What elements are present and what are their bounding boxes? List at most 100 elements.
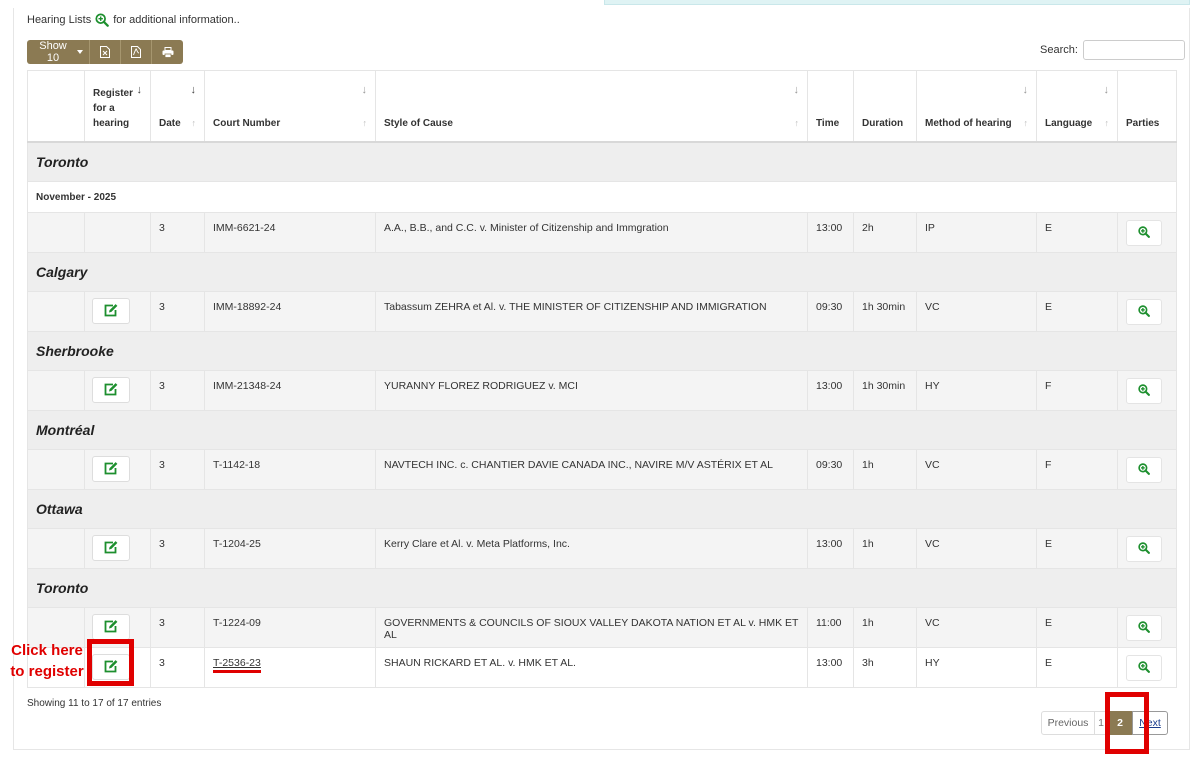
zoom-in-icon xyxy=(1138,384,1150,396)
style-of-cause-cell: A.A., B.B., and C.C. v. Minister of Citi… xyxy=(375,212,808,253)
method-cell: VC xyxy=(916,291,1037,332)
parties-button[interactable] xyxy=(1126,615,1162,641)
print-button[interactable] xyxy=(152,40,183,64)
search-box: Search: xyxy=(1040,40,1185,60)
court-number-cell: IMM-21348-24 xyxy=(204,370,376,411)
style-of-cause-cell: NAVTECH INC. c. CHANTIER DAVIE CANADA IN… xyxy=(375,449,808,490)
language-cell: E xyxy=(1036,607,1118,648)
sort-arrow-icon: ↓ xyxy=(1103,84,1110,96)
blank-cell xyxy=(27,370,85,411)
export-pdf-button[interactable] xyxy=(121,40,152,64)
language-cell: E xyxy=(1036,291,1118,332)
col-duration: Duration xyxy=(853,70,917,143)
annotation-line1: Click here xyxy=(11,642,83,659)
sort-arrow-icon: ↑ xyxy=(191,118,197,128)
col-style-of-cause[interactable]: Style of Cause ↓ ↑ xyxy=(375,70,808,143)
parties-button[interactable] xyxy=(1126,299,1162,325)
table-row: 3 IMM-6621-24 A.A., B.B., and C.C. v. Mini… xyxy=(27,212,1177,253)
city-name: Sherbrooke xyxy=(27,331,1177,371)
duration-cell: 2h xyxy=(853,212,917,253)
parties-button[interactable] xyxy=(1126,536,1162,562)
hearing-list-table: Register for a hearing ↓ Date ↓ ↑ Court Num… xyxy=(27,70,1177,688)
register-button[interactable] xyxy=(92,377,130,403)
sort-arrow-icon: ↑ xyxy=(1023,118,1029,128)
city-name: Montréal xyxy=(27,410,1177,450)
method-cell: HY xyxy=(916,647,1037,688)
court-number: T-1204-25 xyxy=(213,538,261,550)
sort-arrow-icon: ↑ xyxy=(362,118,368,128)
table-row: 3 T-1142-18 NAVTECH INC. c. CHANTIER DAVIE… xyxy=(27,449,1177,490)
table-row: 3 IMM-18892-24 Tabassum ZEHRA et Al. v. TH… xyxy=(27,291,1177,332)
parties-button[interactable] xyxy=(1126,220,1162,246)
court-number: IMM-21348-24 xyxy=(213,380,282,392)
time-cell: 13:00 xyxy=(807,528,854,569)
language-cell: E xyxy=(1036,528,1118,569)
zoom-in-icon xyxy=(1138,226,1150,238)
col-method[interactable]: Method of hearing ↓ ↑ xyxy=(916,70,1037,143)
parties-button[interactable] xyxy=(1126,378,1162,404)
parties-button[interactable] xyxy=(1126,457,1162,483)
date-cell: 3 xyxy=(150,370,205,411)
sort-arrow-icon: ↓ xyxy=(136,84,143,96)
previous-page-button[interactable]: Previous xyxy=(1041,711,1095,735)
sort-arrow-icon: ↑ xyxy=(794,118,800,128)
edit-icon xyxy=(104,304,118,317)
table-row: 3 T-2536-23 SHAUN RICKARD ET AL. v. HMK ET… xyxy=(27,647,1177,688)
court-number: IMM-18892-24 xyxy=(213,301,282,313)
parties-button[interactable] xyxy=(1126,655,1162,681)
register-button[interactable] xyxy=(92,614,130,640)
duration-cell: 1h xyxy=(853,449,917,490)
court-number: T-2536-23 xyxy=(213,657,261,673)
date-cell: 3 xyxy=(150,449,205,490)
date-cell: 3 xyxy=(150,528,205,569)
info-line: Hearing Lists for additional information… xyxy=(27,13,240,27)
language-cell: E xyxy=(1036,647,1118,688)
duration-cell: 1h 30min xyxy=(853,291,917,332)
parties-cell xyxy=(1117,291,1177,332)
zoom-in-icon xyxy=(1138,305,1150,317)
method-cell: VC xyxy=(916,607,1037,648)
register-button[interactable] xyxy=(92,535,130,561)
zoom-in-icon xyxy=(1138,621,1150,633)
col-register[interactable]: Register for a hearing ↓ xyxy=(84,70,151,143)
zoom-in-icon xyxy=(1138,542,1150,554)
register-button[interactable] xyxy=(92,456,130,482)
col-court-number[interactable]: Court Number ↓ ↑ xyxy=(204,70,376,143)
time-cell: 11:00 xyxy=(807,607,854,648)
annotation-line2: to register xyxy=(10,663,84,680)
search-input[interactable] xyxy=(1082,40,1185,60)
style-of-cause-cell: Tabassum ZEHRA et Al. v. THE MINISTER OF… xyxy=(375,291,808,332)
duration-cell: 3h xyxy=(853,647,917,688)
register-highlight-box xyxy=(87,639,134,686)
caret-down-icon xyxy=(77,50,83,54)
table-row: 3 T-1224-09 GOVERNMENTS & COUNCILS OF SIOU… xyxy=(27,607,1177,648)
court-number-cell: T-2536-23 xyxy=(204,647,376,688)
city-group-row: Montréal xyxy=(27,410,1177,450)
method-cell: HY xyxy=(916,370,1037,411)
zoom-in-icon xyxy=(1138,661,1150,673)
duration-cell: 1h xyxy=(853,528,917,569)
duration-cell: 1h xyxy=(853,607,917,648)
show-entries-button[interactable]: Show 10 xyxy=(27,40,90,64)
col-language[interactable]: Language ↓ ↑ xyxy=(1036,70,1118,143)
sort-arrow-icon: ↓ xyxy=(190,84,197,96)
table-row: 3 T-1204-25 Kerry Clare et Al. v. Meta Pla… xyxy=(27,528,1177,569)
date-cell: 3 xyxy=(150,647,205,688)
blank-cell xyxy=(27,449,85,490)
register-button[interactable] xyxy=(92,298,130,324)
city-name: Toronto xyxy=(27,568,1177,608)
style-of-cause-cell: Kerry Clare et Al. v. Meta Platforms, In… xyxy=(375,528,808,569)
date-cell: 3 xyxy=(150,212,205,253)
edit-icon xyxy=(104,383,118,396)
city-group-row: Calgary xyxy=(27,252,1177,292)
style-of-cause-cell: SHAUN RICKARD ET AL. v. HMK ET AL. xyxy=(375,647,808,688)
col-date[interactable]: Date ↓ ↑ xyxy=(150,70,205,143)
sort-arrow-icon: ↓ xyxy=(361,84,368,96)
col-time: Time xyxy=(807,70,854,143)
print-icon xyxy=(162,46,173,58)
date-cell: 3 xyxy=(150,607,205,648)
export-excel-button[interactable] xyxy=(90,40,121,64)
parties-cell xyxy=(1117,647,1177,688)
city-name: Toronto xyxy=(27,141,1177,182)
info-banner xyxy=(604,0,1190,5)
